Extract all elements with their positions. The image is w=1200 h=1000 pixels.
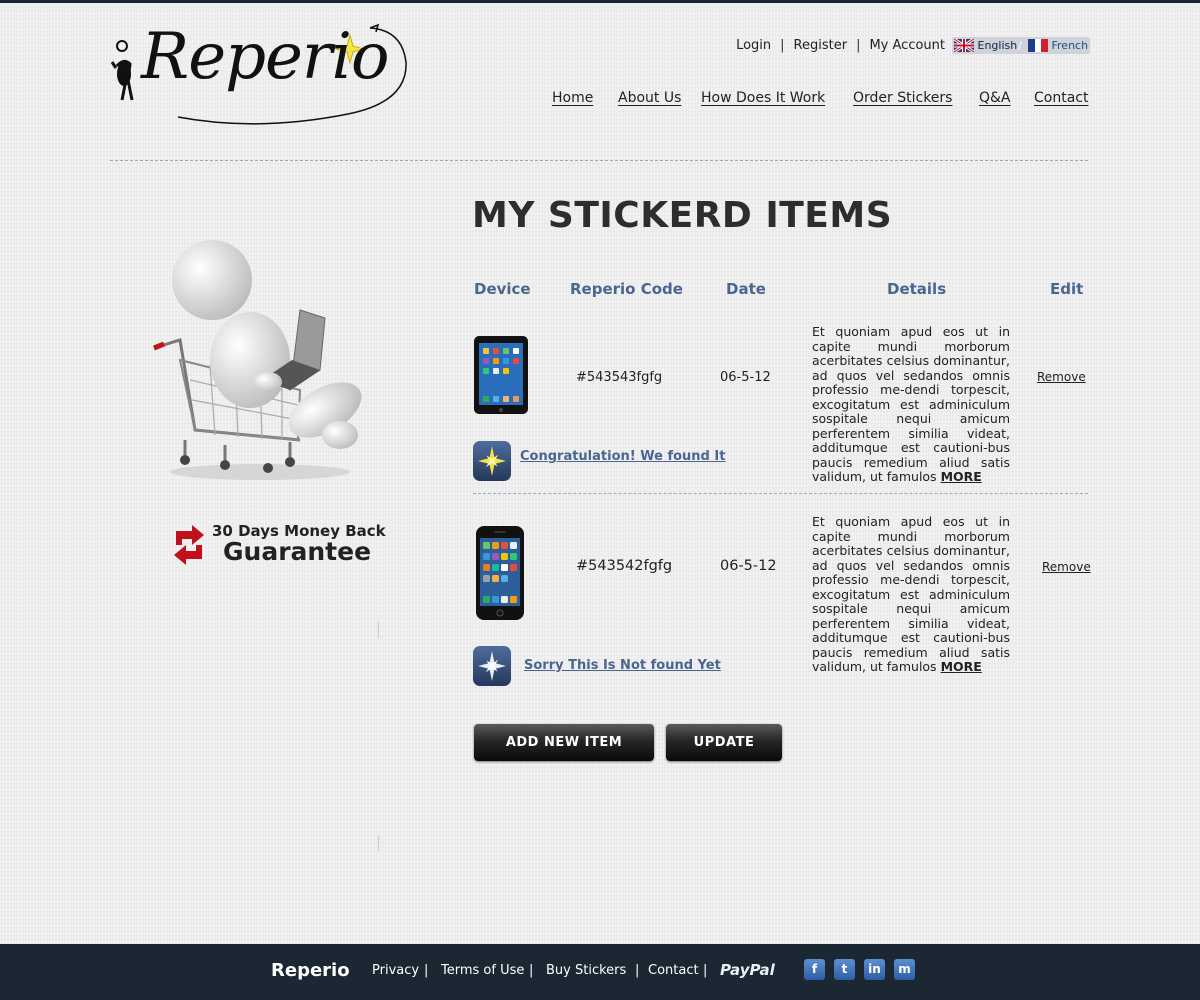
details-text: Et quoniam apud eos ut in capite mundi m… <box>812 514 1010 675</box>
details-body: Et quoniam apud eos ut in capite mundi m… <box>812 324 1010 484</box>
column-header-edit: Edit <box>1050 280 1084 298</box>
nav-about-us[interactable]: About Us <box>618 90 681 106</box>
column-header-device: Device <box>474 280 531 298</box>
facebook-icon[interactable]: f <box>804 959 825 980</box>
shopping-cart-figure-illustration <box>153 240 362 480</box>
decorative-line <box>378 622 379 638</box>
language-french[interactable]: French <box>1028 38 1089 53</box>
register-link[interactable]: Register <box>794 38 848 53</box>
details-text: Et quoniam apud eos ut in capite mundi m… <box>812 324 1010 485</box>
link-separator: | <box>780 38 785 53</box>
column-header-date: Date <box>726 280 766 298</box>
footer-link-buy-stickers[interactable]: Buy Stickers <box>546 963 626 978</box>
remove-link[interactable]: Remove <box>1037 370 1086 384</box>
ipad-mini-device-icon <box>474 336 528 414</box>
link-separator: | <box>856 38 861 53</box>
header-divider <box>110 160 1088 161</box>
update-button[interactable]: UPDATE <box>666 724 782 761</box>
twitter-icon[interactable]: t <box>834 959 855 980</box>
star-found-icon <box>473 441 511 481</box>
guarantee-line2: Guarantee <box>223 537 372 566</box>
star-notfound-icon <box>473 646 511 686</box>
remove-link[interactable]: Remove <box>1042 560 1091 574</box>
myspace-icon[interactable]: m <box>894 959 915 980</box>
details-body: Et quoniam apud eos ut in capite mundi m… <box>812 514 1010 674</box>
my-account-link[interactable]: My Account <box>869 38 945 53</box>
footer-separator: | <box>529 963 534 978</box>
france-flag-icon <box>1028 38 1048 52</box>
iphone-device-icon <box>476 526 524 620</box>
paypal-logo: PayPal <box>720 961 775 979</box>
reperio-code: #543543fgfg <box>576 370 663 385</box>
footer-brand: Reperio <box>271 960 350 981</box>
status-found-link[interactable]: Congratulation! We found It <box>520 449 725 464</box>
language-switcher: English / French <box>952 37 1090 54</box>
language-french-label: French <box>1051 39 1089 52</box>
nav-how-does-it-work[interactable]: How Does It Work <box>701 90 825 106</box>
top-border <box>0 0 1200 3</box>
footer-link-terms[interactable]: Terms of Use <box>441 963 524 978</box>
date-cell: 06-5-12 <box>720 558 777 574</box>
footer-link-contact[interactable]: Contact <box>648 963 699 978</box>
login-link[interactable]: Login <box>736 38 771 53</box>
money-back-guarantee: 30 Days Money Back Guarantee <box>172 522 392 572</box>
linkedin-icon[interactable]: in <box>864 959 885 980</box>
footer-link-privacy[interactable]: Privacy <box>372 963 419 978</box>
logo-wordmark: Reperio <box>141 20 389 94</box>
nav-contact[interactable]: Contact <box>1034 90 1088 106</box>
nav-qa[interactable]: Q&A <box>979 90 1011 106</box>
page-title: MY STICKERD ITEMS <box>472 195 893 236</box>
footer-separator: | <box>424 963 429 978</box>
column-header-code: Reperio Code <box>570 280 683 298</box>
decorative-line <box>378 835 379 851</box>
language-english-label: English <box>977 39 1018 52</box>
language-english[interactable]: English <box>954 38 1018 53</box>
more-link[interactable]: MORE <box>941 469 982 484</box>
footer: Reperio Privacy | Terms of Use | Buy Sti… <box>0 944 1200 1000</box>
row-divider <box>473 493 1088 494</box>
column-header-details: Details <box>887 280 947 298</box>
more-link[interactable]: MORE <box>941 659 982 674</box>
status-not-found-link[interactable]: Sorry This Is Not found Yet <box>524 658 721 673</box>
account-links: Login | Register | My Account <box>736 38 945 53</box>
refresh-arrows-icon <box>174 525 204 565</box>
nav-home[interactable]: Home <box>552 90 593 106</box>
nav-order-stickers[interactable]: Order Stickers <box>853 90 952 106</box>
date-cell: 06-5-12 <box>720 370 771 385</box>
uk-flag-icon <box>954 38 974 52</box>
add-new-item-button[interactable]: ADD NEW ITEM <box>474 724 654 761</box>
language-separator: / <box>1018 39 1022 52</box>
site-logo[interactable]: Reperio <box>108 20 413 127</box>
footer-separator: | <box>635 963 640 978</box>
reperio-code: #543542fgfg <box>576 558 673 574</box>
footer-separator: | <box>703 963 708 978</box>
